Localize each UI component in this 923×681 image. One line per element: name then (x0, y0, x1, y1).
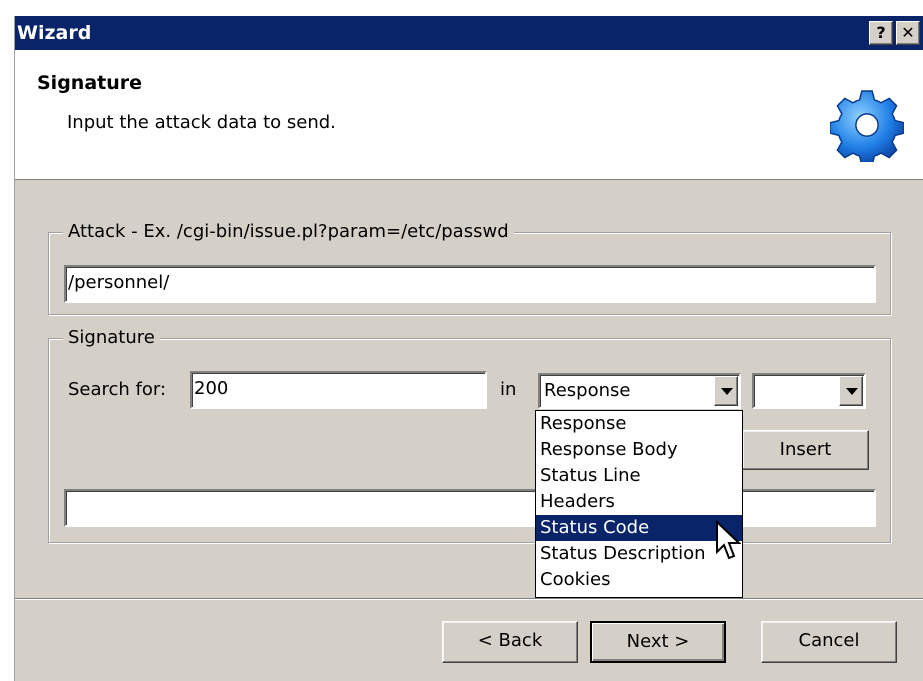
in-select-dropdown[interactable]: Response Response Body Status Line Heade… (535, 410, 743, 598)
page-subtitle: Input the attack data to send. (67, 112, 336, 133)
wizard-window: Wizard ? ✕ Signature Input the attack da… (14, 16, 923, 681)
attack-group: Attack - Ex. /cgi-bin/issue.pl?param=/et… (48, 221, 891, 315)
help-button[interactable]: ? (869, 21, 893, 45)
chevron-down-icon[interactable] (839, 376, 863, 406)
dropdown-option-response[interactable]: Response (536, 411, 742, 437)
back-button[interactable]: < Back (442, 621, 578, 663)
in-label: in (500, 379, 517, 400)
page-title: Signature (37, 72, 143, 94)
dropdown-option-response-body[interactable]: Response Body (536, 437, 742, 463)
wizard-header: Signature Input the attack data to send. (15, 50, 923, 180)
dropdown-option-status-line[interactable]: Status Line (536, 463, 742, 489)
dropdown-option-status-description[interactable]: Status Description (536, 541, 742, 567)
insert-button[interactable]: Insert (742, 430, 869, 470)
attack-input[interactable]: /personnel/ (64, 265, 876, 303)
second-select[interactable] (752, 373, 866, 409)
search-input[interactable]: 200 (190, 371, 487, 409)
chevron-down-icon[interactable] (714, 376, 738, 406)
attack-legend: Attack - Ex. /cgi-bin/issue.pl?param=/et… (63, 221, 514, 243)
window-title: Wizard (17, 22, 92, 44)
expression-input[interactable] (64, 489, 876, 527)
gear-icon (830, 90, 904, 162)
mouse-pointer-icon (716, 520, 741, 560)
signature-group: Signature Search for: 200 in Response In… (48, 327, 891, 543)
next-button[interactable]: Next > (590, 621, 726, 663)
footer-separator (15, 598, 923, 600)
signature-legend: Signature (63, 327, 160, 349)
cancel-button[interactable]: Cancel (761, 621, 897, 663)
title-bar[interactable]: Wizard ? ✕ (15, 16, 923, 50)
search-for-label: Search for: (68, 379, 167, 400)
dropdown-option-cookies[interactable]: Cookies (536, 567, 742, 593)
in-select[interactable]: Response (538, 373, 741, 409)
dropdown-option-headers[interactable]: Headers (536, 489, 742, 515)
dropdown-option-status-code[interactable]: Status Code (536, 515, 742, 541)
in-select-value: Response (544, 380, 631, 401)
close-button[interactable]: ✕ (896, 21, 920, 45)
